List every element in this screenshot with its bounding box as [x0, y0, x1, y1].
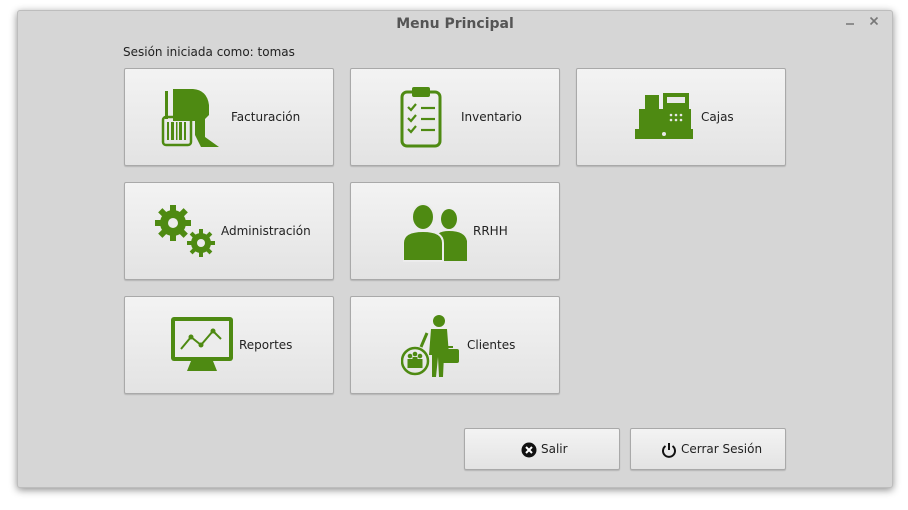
exit-label: Salir: [541, 442, 568, 456]
main-menu-window: Menu Principal Sesión iniciada como: tom…: [17, 10, 893, 488]
minimize-icon[interactable]: [842, 15, 858, 31]
administracion-button[interactable]: Administración: [124, 182, 334, 280]
reportes-label: Reportes: [239, 338, 293, 352]
rrhh-button[interactable]: RRHH: [350, 182, 560, 280]
clipboard-checklist-icon: [399, 85, 443, 153]
barcode-scanner-icon: [161, 85, 227, 153]
logout-button[interactable]: Cerrar Sesión: [630, 428, 786, 470]
gears-icon: [153, 203, 219, 265]
facturacion-button[interactable]: Facturación: [124, 68, 334, 166]
cash-register-icon: [635, 91, 693, 145]
administracion-label: Administración: [221, 224, 311, 238]
inventario-button[interactable]: Inventario: [350, 68, 560, 166]
clientes-button[interactable]: Clientes: [350, 296, 560, 394]
clientes-label: Clientes: [467, 338, 516, 352]
people-icon: [402, 201, 471, 267]
logout-label: Cerrar Sesión: [681, 442, 763, 456]
session-info: Sesión iniciada como: tomas: [123, 45, 295, 59]
exit-button[interactable]: Salir: [464, 428, 620, 470]
inventario-label: Inventario: [461, 110, 522, 124]
close-icon[interactable]: [866, 15, 882, 31]
cajas-label: Cajas: [701, 110, 734, 124]
cajas-button[interactable]: Cajas: [576, 68, 786, 166]
reportes-button[interactable]: Reportes: [124, 296, 334, 394]
title-bar[interactable]: Menu Principal: [18, 11, 892, 39]
facturacion-label: Facturación: [231, 110, 301, 124]
close-circle-icon: [521, 442, 537, 458]
businessman-clients-icon: [400, 313, 465, 383]
power-icon: [661, 442, 677, 458]
monitor-chart-icon: [169, 315, 235, 381]
window-title: Menu Principal: [396, 16, 514, 32]
rrhh-label: RRHH: [473, 224, 508, 238]
